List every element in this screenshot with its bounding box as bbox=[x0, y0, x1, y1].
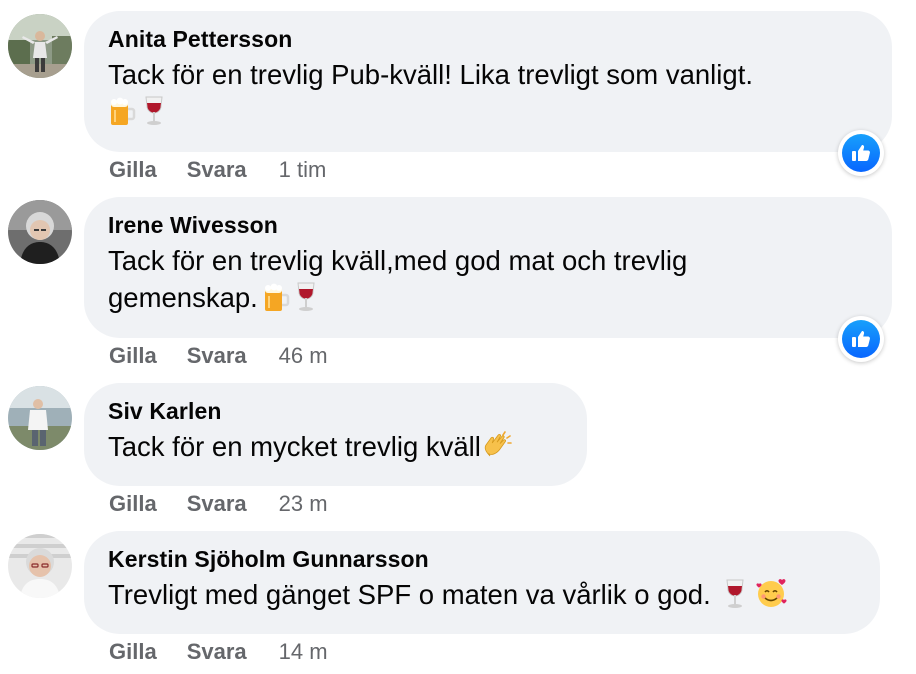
reply-button[interactable]: Svara bbox=[187, 342, 247, 370]
comment-timestamp[interactable]: 23 m bbox=[279, 490, 328, 518]
comment-text: Tack för en mycket trevlig kväll bbox=[108, 428, 563, 465]
like-button[interactable]: Gilla bbox=[109, 156, 157, 184]
comment-author[interactable]: Anita Pettersson bbox=[108, 24, 868, 54]
comment-text-content: Tack för en mycket trevlig kväll bbox=[108, 431, 481, 462]
beer-mug-emoji bbox=[262, 283, 290, 313]
comment-actions: Gilla Svara 23 m bbox=[109, 490, 328, 518]
avatar[interactable] bbox=[8, 534, 72, 598]
comment-timestamp[interactable]: 14 m bbox=[279, 638, 328, 666]
comment-bubble: Kerstin Sjöholm Gunnarsson Trevligt med … bbox=[84, 531, 880, 634]
like-button[interactable]: Gilla bbox=[109, 638, 157, 666]
avatar[interactable] bbox=[8, 200, 72, 264]
comment-actions: Gilla Svara 14 m bbox=[109, 638, 328, 666]
like-icon bbox=[852, 331, 870, 347]
comment-bubble: Irene Wivesson Tack för en trevlig kväll… bbox=[84, 197, 892, 338]
comment-text-content: Tack för en trevlig kväll,med god mat oc… bbox=[108, 245, 688, 313]
comment-bubble: Anita Pettersson Tack för en trevlig Pub… bbox=[84, 11, 892, 152]
wine-glass-emoji bbox=[294, 281, 318, 313]
wine-glass-emoji bbox=[142, 95, 166, 127]
comment-author[interactable]: Siv Karlen bbox=[108, 396, 563, 426]
comment-author[interactable]: Kerstin Sjöholm Gunnarsson bbox=[108, 544, 856, 574]
like-icon bbox=[852, 145, 870, 161]
comment-text: Trevligt med gänget SPF o maten va vårli… bbox=[108, 576, 856, 613]
like-button[interactable]: Gilla bbox=[109, 342, 157, 370]
like-button[interactable]: Gilla bbox=[109, 490, 157, 518]
reply-button[interactable]: Svara bbox=[187, 490, 247, 518]
reaction-badge[interactable] bbox=[838, 130, 884, 176]
avatar[interactable] bbox=[8, 14, 72, 78]
comment-bubble: Siv Karlen Tack för en mycket trevlig kv… bbox=[84, 383, 587, 486]
reply-button[interactable]: Svara bbox=[187, 638, 247, 666]
wine-glass-emoji bbox=[723, 578, 747, 610]
avatar[interactable] bbox=[8, 386, 72, 450]
beer-mug-emoji bbox=[108, 97, 136, 127]
reply-button[interactable]: Svara bbox=[187, 156, 247, 184]
comment-actions: Gilla Svara 1 tim bbox=[109, 156, 326, 184]
comment-text: Tack för en trevlig Pub-kväll! Lika trev… bbox=[108, 59, 753, 90]
clapping-hands-emoji bbox=[481, 430, 513, 462]
comment-text: Tack för en trevlig kväll,med god mat oc… bbox=[108, 242, 808, 316]
comment-author[interactable]: Irene Wivesson bbox=[108, 210, 868, 240]
comment-emojis bbox=[108, 95, 868, 136]
smiling-face-with-hearts-emoji bbox=[755, 576, 789, 610]
comment-timestamp[interactable]: 1 tim bbox=[279, 156, 327, 184]
comment-timestamp[interactable]: 46 m bbox=[279, 342, 328, 370]
comment-actions: Gilla Svara 46 m bbox=[109, 342, 328, 370]
reaction-badge[interactable] bbox=[838, 316, 884, 362]
comment-text-content: Trevligt med gänget SPF o maten va vårli… bbox=[108, 579, 711, 610]
